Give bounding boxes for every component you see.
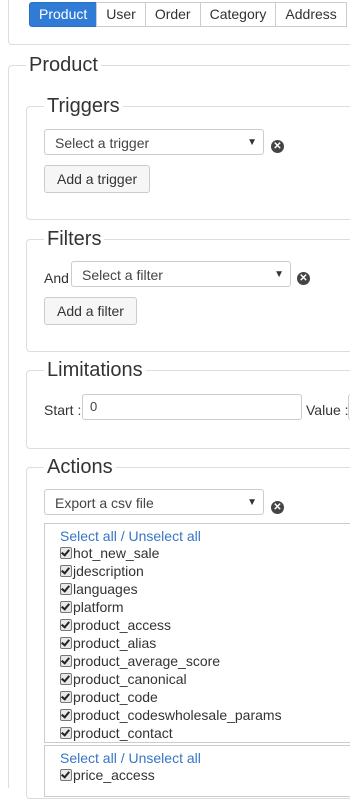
caret-down-icon: ▼ — [247, 497, 257, 508]
entity-tabs: Product User Order Category Address — [29, 2, 347, 27]
add-trigger-button[interactable]: Add a trigger — [44, 165, 151, 193]
checkbox-checked-icon[interactable] — [60, 583, 72, 595]
column-checkbox-row[interactable]: product_canonical — [60, 670, 187, 688]
add-filter-button[interactable]: Add a filter — [44, 297, 137, 325]
checkbox-checked-icon[interactable] — [60, 619, 72, 631]
tab-product[interactable]: Product — [29, 2, 98, 27]
start-input[interactable]: 0 — [82, 394, 302, 420]
tab-user[interactable]: User — [96, 2, 146, 27]
section-title: Product — [26, 54, 101, 77]
separator: / — [120, 750, 125, 766]
value-label: Value : — [306, 402, 349, 418]
triggers-fieldset — [26, 106, 350, 220]
column-checkbox-row[interactable]: languages — [60, 580, 138, 598]
unselect-all-link[interactable]: Unselect all — [128, 528, 200, 544]
filter-select[interactable]: Select a filter ▼ — [71, 261, 291, 287]
column-label: product_code — [73, 689, 158, 705]
checkbox-checked-icon[interactable] — [60, 709, 72, 721]
column-checkbox-row[interactable]: product_access — [60, 616, 171, 634]
product-columns-list[interactable]: Select all / Unselect all hot_new_salejd… — [44, 523, 350, 743]
checkbox-checked-icon[interactable] — [60, 547, 72, 559]
trigger-select[interactable]: Select a trigger ▼ — [44, 129, 264, 155]
select-links: Select all / Unselect all — [60, 528, 201, 544]
checkbox-checked-icon[interactable] — [60, 601, 72, 613]
column-checkbox-row[interactable]: platform — [60, 598, 124, 616]
column-label: product_average_score — [73, 653, 221, 669]
unselect-all-link[interactable]: Unselect all — [128, 750, 200, 766]
remove-action-icon[interactable]: ✕ — [271, 501, 284, 514]
tab-order[interactable]: Order — [144, 2, 201, 27]
checkbox-checked-icon[interactable] — [60, 655, 72, 667]
column-label: jdescription — [73, 563, 144, 579]
checkbox-checked-icon[interactable] — [60, 637, 72, 649]
separator: / — [120, 528, 125, 544]
select-links: Select all / Unselect all — [60, 750, 201, 766]
column-label: product_codeswholesale_params — [73, 707, 282, 723]
caret-down-icon: ▼ — [274, 269, 284, 280]
column-label: product_canonical — [73, 671, 187, 687]
actions-legend: Actions — [44, 456, 116, 479]
checkbox-checked-icon[interactable] — [60, 691, 72, 703]
tab-category[interactable]: Category — [199, 2, 277, 27]
and-label: And — [44, 270, 69, 286]
action-select-value: Export a csv file — [55, 495, 154, 511]
remove-trigger-icon[interactable]: ✕ — [271, 140, 284, 153]
column-label: hot_new_sale — [73, 545, 160, 561]
caret-down-icon: ▼ — [247, 137, 257, 148]
triggers-legend: Triggers — [44, 95, 123, 118]
checkbox-checked-icon[interactable] — [60, 769, 72, 781]
price-columns-list[interactable]: Select all / Unselect all price_access — [44, 745, 350, 797]
column-checkbox-row[interactable]: product_codeswholesale_params — [60, 706, 282, 724]
column-checkbox-row[interactable]: hot_new_sale — [60, 544, 159, 562]
column-label: price_access — [73, 767, 155, 783]
filter-select-value: Select a filter — [82, 267, 163, 283]
column-label: product_contact — [73, 725, 173, 741]
filters-legend: Filters — [44, 228, 105, 251]
column-checkbox-row[interactable]: product_code — [60, 688, 158, 706]
select-all-link[interactable]: Select all — [60, 750, 117, 766]
filters-fieldset — [26, 239, 350, 352]
column-checkbox-row[interactable]: product_alias — [60, 634, 156, 652]
remove-filter-icon[interactable]: ✕ — [297, 272, 310, 285]
column-checkbox-row[interactable]: price_access — [60, 766, 155, 784]
checkbox-checked-icon[interactable] — [60, 565, 72, 577]
column-label: languages — [73, 581, 138, 597]
action-select[interactable]: Export a csv file ▼ — [44, 489, 264, 515]
start-label: Start : — [44, 402, 82, 418]
column-label: platform — [73, 599, 124, 615]
column-label: product_alias — [73, 635, 157, 651]
limitations-legend: Limitations — [44, 359, 146, 382]
checkbox-checked-icon[interactable] — [60, 673, 72, 685]
column-checkbox-row[interactable]: product_average_score — [60, 652, 220, 670]
tab-address[interactable]: Address — [275, 2, 347, 27]
checkbox-checked-icon[interactable] — [60, 727, 72, 739]
column-label: product_access — [73, 617, 172, 633]
column-checkbox-row[interactable]: product_contact — [60, 724, 173, 742]
select-all-link[interactable]: Select all — [60, 528, 117, 544]
column-checkbox-row[interactable]: jdescription — [60, 562, 144, 580]
trigger-select-value: Select a trigger — [55, 135, 150, 151]
